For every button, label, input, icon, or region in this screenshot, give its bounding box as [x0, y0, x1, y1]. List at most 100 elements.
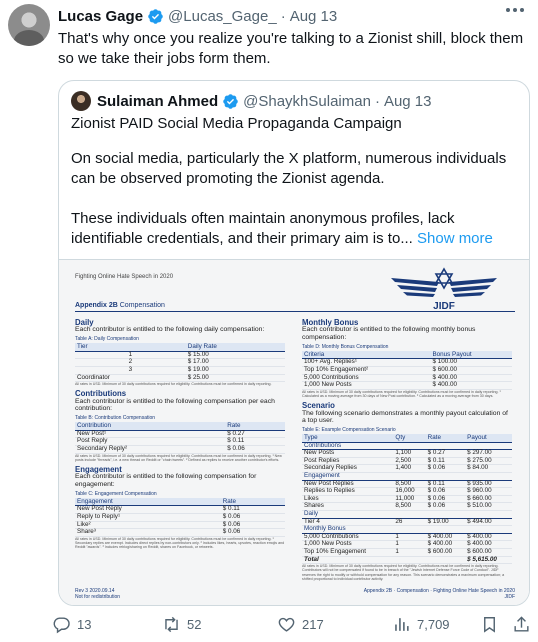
daily-footnote: All rates in USD. Minimum of 30 daily co… [75, 382, 272, 387]
scenario-caption: Table E: Example Compensation Scenario [302, 426, 396, 433]
more-icon[interactable] [506, 8, 524, 12]
total-label: Total [302, 555, 466, 565]
table-row: Shares 8,500 $ 0.06 $ 510.00 [302, 503, 512, 511]
table-cell: $ 600.00 [430, 366, 512, 375]
table-cell: $ 84.00 [465, 465, 512, 473]
contributions-intro: Each contributor is entitled to the foll… [75, 397, 275, 413]
monthly-intro: Each contributor is entitled to the foll… [302, 326, 476, 341]
author-handle[interactable]: @Lucas_Gage_ [168, 8, 277, 25]
reply-button[interactable]: 13 [52, 612, 91, 636]
quote-author-handle: @ShaykhSulaiman [243, 92, 371, 110]
tweet-text: That's why once you realize you're talki… [58, 30, 524, 67]
quote-header: Sulaiman Ahmed @ShaykhSulaiman · Aug 13 [71, 91, 431, 111]
view-count: 7,709 [417, 616, 450, 632]
table-cell: Like² [75, 521, 221, 530]
table-cell: $ 0.06 [425, 465, 466, 473]
table-row: Top 10% Engagement² $ 600.00 [302, 366, 512, 375]
table-cell: 1,400 [393, 465, 426, 473]
table-header: Payout [465, 434, 512, 443]
table-cell: $ 600.00 [465, 548, 512, 557]
table-row: 1,000 New Posts $ 400.00 [302, 382, 512, 390]
doc-notice: Not for redistribution [75, 594, 121, 600]
scenario-table: Type Qty Rate Payout Contributions New Post… [302, 434, 512, 565]
tweet-date[interactable]: Aug 13 [290, 8, 338, 25]
scenario-heading: Scenario [302, 401, 335, 411]
scenario-intro: The following scenario demonstrates a mo… [302, 409, 508, 425]
quote-date: Aug 13 [383, 92, 432, 110]
table-cell: Secondary Reply² [75, 445, 226, 454]
monthly-table: Criteria Bonus Payout 100+ Avg. Replies¹ $… [302, 351, 512, 390]
table-cell: 8,500 [393, 503, 426, 511]
table-group-row: Engagement [302, 472, 512, 481]
table-cell: 3 [75, 366, 186, 375]
daily-intro: Each contributor is entitled to the foll… [75, 326, 265, 334]
quote-author-avatar [71, 91, 91, 111]
contributions-footnote: All rates in USD. Minimum of 30 daily co… [75, 453, 282, 462]
like-count: 217 [302, 616, 324, 632]
quote-title: Zionist PAID Social Media Propaganda Cam… [71, 115, 402, 132]
doc-right-column: Monthly Bonus Each contributor is entitl… [302, 315, 512, 581]
table-group-label: Daily [302, 510, 512, 519]
table-header: Type [302, 434, 394, 443]
quote-paragraph: These individuals often maintain anonymo… [71, 209, 523, 249]
document-image[interactable]: Fighting Online Hate Speech in 2020 JIDF… [59, 259, 529, 605]
quote-paragraph: On social media, particularly the X plat… [71, 150, 507, 187]
table-cell: $ 494.00 [465, 518, 512, 527]
table-cell: Reply to Reply¹ [75, 513, 221, 522]
views-button[interactable]: 7,709 [392, 612, 450, 636]
daily-table: Tier Daily Rate 1 $ 15.00 2 $ 17.00 3 $ 19.0… [75, 343, 285, 383]
doc-footer-right: Appendix 2B · Compensation · Fighting On… [364, 588, 515, 600]
table-cell: $ 19.00 [425, 518, 466, 527]
separator-dot: · [374, 92, 380, 110]
table-row: 3 $ 19.00 [75, 366, 285, 375]
table-header: Qty [393, 434, 426, 443]
total-value: $ 5,615.00 [465, 555, 512, 565]
share-button[interactable] [512, 612, 531, 636]
engagement-intro: Each contributor is entitled to the foll… [75, 473, 257, 488]
share-icon [514, 615, 529, 632]
table-row: 2 $ 17.00 [75, 359, 285, 367]
bookmark-icon [484, 616, 495, 633]
table-cell: $ 19.00 [185, 366, 285, 375]
reply-icon [53, 616, 70, 633]
quoted-tweet[interactable]: Sulaiman Ahmed @ShaykhSulaiman · Aug 13 … [58, 80, 530, 606]
table-row: Secondary Reply² $ 0.06 [75, 445, 285, 454]
bookmark-button[interactable] [480, 612, 499, 636]
engagement-caption: Table C: Engagement Compensation [75, 490, 157, 497]
quote-body: On social media, particularly the X plat… [71, 149, 523, 269]
like-button[interactable]: 217 [277, 612, 324, 636]
repost-icon [165, 616, 178, 632]
action-bar: 13 52 217 7,709 [52, 612, 532, 636]
table-cell: 1 [393, 548, 426, 557]
table-cell: $ 0.06 [220, 529, 285, 537]
like-icon [278, 617, 295, 632]
daily-caption: Table A: Daily Compensation [75, 336, 139, 342]
table-cell: 26 [393, 518, 426, 527]
table-cell: Top 10% Engagement [302, 548, 394, 557]
table-total-row: Total $ 5,615.00 [302, 555, 512, 565]
author-name[interactable]: Lucas Gage [58, 8, 143, 25]
appendix-rule [75, 311, 515, 312]
appendix-label: Appendix 2B [75, 302, 118, 309]
scenario-footnote: All rates in USD. Minimum of 30 daily co… [302, 564, 505, 581]
show-more-link[interactable]: Show more [417, 230, 493, 247]
doc-footer-left: Rev 3 2020.09.14 Not for redistribution [75, 588, 120, 600]
table-cell: $ 25.00 [185, 374, 285, 383]
star-of-david-icon: JIDF [391, 267, 497, 312]
engagement-footnote: All rates in USD. Minimum of 30 daily co… [75, 536, 285, 550]
table-row: 1 $ 15.00 [75, 351, 285, 360]
table-cell: Share³ [75, 529, 221, 537]
repost-button[interactable]: 52 [162, 612, 201, 636]
doc-header: Fighting Online Hate Speech in 2020 [75, 274, 174, 280]
tweet-header: Lucas Gage @Lucas_Gage_ · Aug 13 [58, 6, 337, 26]
appendix-subtitle: Compensation [119, 302, 165, 309]
author-avatar[interactable] [8, 4, 50, 46]
table-cell: $ 400.00 [430, 382, 512, 390]
table-cell: $ 0.06 [225, 445, 285, 454]
reply-count: 13 [77, 616, 92, 632]
table-cell: $ 510.00 [465, 503, 512, 511]
engagement-heading: Engagement [75, 464, 122, 474]
contributions-table: Contribution Rate New Post¹ $ 0.27 Post Re… [75, 422, 285, 454]
appendix-title: Appendix 2B Compensation [75, 302, 165, 309]
daily-heading: Daily [75, 318, 94, 327]
